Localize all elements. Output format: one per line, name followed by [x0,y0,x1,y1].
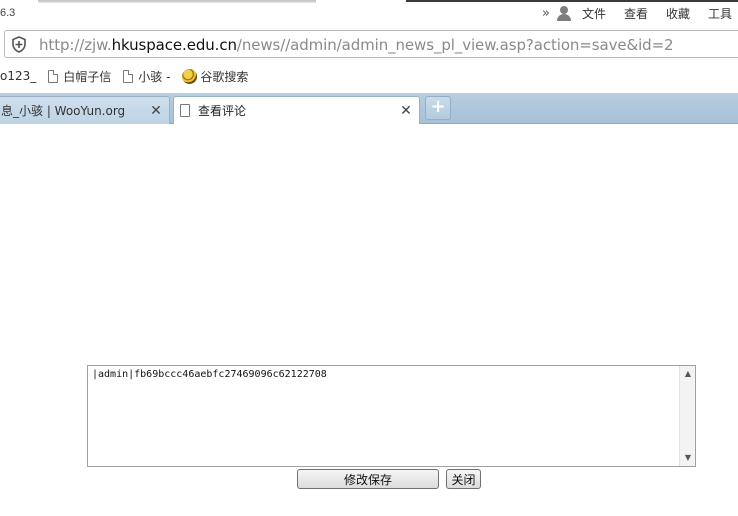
bookmark-label: 白帽子信 [63,69,112,84]
url-subdomain: zjw. [84,36,112,54]
shield-icon[interactable] [11,36,27,53]
bookmark-label: o123_ [0,69,37,83]
bookmark-item[interactable]: 谷歌搜索 [182,68,248,85]
url-scheme: http:// [39,36,85,54]
bookmark-label: 谷歌搜索 [200,69,249,84]
globe-icon [182,68,198,84]
bookmarks-bar: o123_ 白帽子信 小骇 - 谷歌搜索 [0,62,738,90]
url-input[interactable]: http://zjw.hkuspace.edu.cn/news//admin/a… [4,30,738,58]
menu-view[interactable]: 查看 [624,5,648,22]
new-tab-button[interactable]: + [425,96,451,120]
menu-tools[interactable]: 工具 [708,5,732,22]
scrollbar[interactable]: ▲ ▼ [679,366,695,466]
page-icon [123,69,134,83]
comment-textarea[interactable]: |admin|fb69bccc46aebfc27469096c62122708 … [87,365,696,467]
bookmark-item[interactable]: 白帽子信 [48,68,111,85]
menu-favorites[interactable]: 收藏 [666,5,690,22]
window-edge [406,0,738,2]
page-content: |admin|fb69bccc46aebfc27469096c62122708 … [0,124,738,516]
close-icon[interactable]: ✕ [147,103,165,119]
browser-menu: » 文件 查看 收藏 工具 [542,3,738,23]
tab-view-comments[interactable]: 查看评论 ✕ [173,96,420,124]
page-icon [48,69,59,83]
url-host: hkuspace.edu.cn [111,36,237,54]
tab-label: 查看评论 [198,104,247,118]
tab-strip: 息_小骇 | WooYun.org ✕ 查看评论 ✕ + [0,93,738,124]
version-label: 6.3 [0,7,16,19]
menu-file[interactable]: 文件 [582,5,606,22]
scroll-up-icon[interactable]: ▲ [680,367,696,381]
bookmark-label: 小骇 - [138,69,171,84]
close-icon[interactable]: ✕ [397,103,415,119]
scroll-down-icon[interactable]: ▼ [680,451,696,465]
page-icon [180,104,190,117]
tab-label: 息_小骇 | WooYun.org [1,104,126,118]
address-bar: http://zjw.hkuspace.edu.cn/news//admin/a… [0,28,738,62]
bookmark-item[interactable]: 小骇 - [123,68,170,85]
comment-value: |admin|fb69bccc46aebfc27469096c62122708 [92,369,327,380]
bookmark-item[interactable]: o123_ [0,69,36,83]
url-path: /news//admin/admin_news_pl_view.asp?acti… [236,36,674,54]
popup-shadow [38,0,316,3]
more-chevron-icon[interactable]: » [542,6,550,21]
title-strip: 6.3 » 文件 查看 收藏 工具 [0,0,738,28]
tab-wooyun[interactable]: 息_小骇 | WooYun.org ✕ [0,96,170,124]
save-button[interactable]: 修改保存 [297,469,439,489]
user-icon[interactable] [556,5,572,21]
url-text: http://zjw.hkuspace.edu.cn/news//admin/a… [39,36,674,54]
close-button[interactable]: 关闭 [446,469,481,489]
